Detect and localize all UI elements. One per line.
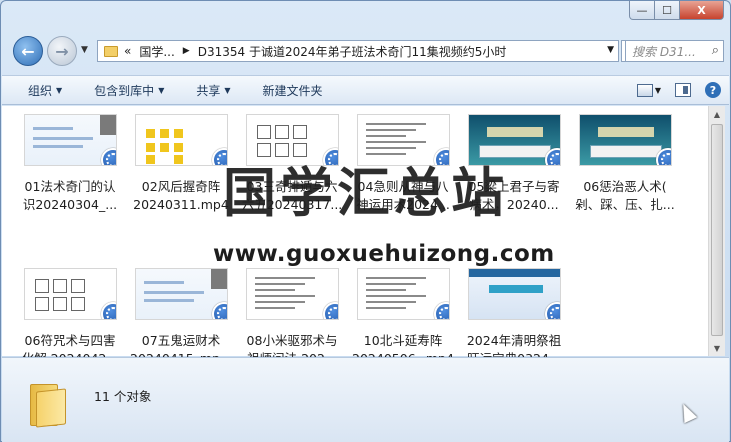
recent-pages-dropdown[interactable]: ▼ (81, 45, 88, 55)
breadcrumb-parent[interactable]: 国学... (139, 43, 174, 60)
file-item[interactable]: 02风后握奇阵 20240311.mp4 (127, 114, 235, 214)
view-dropdown-icon[interactable]: ▼ (655, 86, 661, 95)
new-folder-label: 新建文件夹 (262, 83, 323, 98)
forward-arrow-icon: → (55, 41, 69, 61)
new-folder-button[interactable]: 新建文件夹 (263, 82, 323, 99)
video-thumbnail[interactable] (134, 268, 228, 320)
file-item[interactable]: 10北斗延寿阵 20240506_.mp4 (349, 268, 457, 368)
search-input[interactable]: 搜索 D31... ⌕ (625, 40, 724, 62)
media-player-icon (322, 302, 338, 319)
object-count: 11 个对象 (94, 389, 152, 404)
scrollbar-thumb[interactable] (711, 124, 723, 336)
file-name[interactable]: 02风后握奇阵 20240311.mp4 (127, 178, 235, 214)
media-player-icon (211, 302, 227, 319)
close-button[interactable]: X (680, 1, 724, 20)
chevron-down-icon: ▼ (56, 85, 63, 95)
video-thumbnail[interactable] (134, 114, 228, 166)
media-player-icon (100, 302, 116, 319)
video-thumbnail[interactable] (23, 268, 117, 320)
address-dropdown-icon[interactable]: ▼ (607, 45, 614, 55)
watermark-title: 国学汇总站 (223, 163, 508, 224)
command-bar: 组织 ▼ 包含到库中 ▼ 共享 ▼ 新建文件夹 ▼ ? (2, 75, 729, 105)
back-button[interactable]: ← (13, 36, 43, 66)
chevron-down-icon: ▼ (158, 85, 165, 95)
media-player-icon (100, 148, 116, 165)
video-thumbnail[interactable] (245, 268, 339, 320)
media-player-icon (433, 302, 449, 319)
scroll-down-icon[interactable]: ▼ (709, 340, 725, 356)
caption-buttons: — ☐ X (629, 1, 724, 20)
video-thumbnail[interactable] (467, 268, 561, 320)
file-item[interactable]: 06惩治恶人术( 剁、踩、压、扎... (571, 114, 679, 214)
include-library-menu[interactable]: 包含到库中 ▼ (94, 82, 164, 99)
file-item[interactable]: 08小米驱邪术与 祖师问法 202... (238, 268, 346, 368)
toolbar-right: ▼ ? (636, 82, 721, 98)
preview-pane-icon[interactable] (675, 83, 691, 97)
file-item[interactable]: 01法术奇门的认 识20240304_... (16, 114, 124, 214)
watermark-url: www.guoxuehuizong.com (213, 241, 555, 267)
video-thumbnail[interactable] (578, 114, 672, 166)
address-bar[interactable]: « 国学... ▶ D31354 于诚道2024年弟子班法术奇门11集视频约5小… (97, 40, 619, 62)
details-pane: 11 个对象 (2, 357, 729, 442)
file-item[interactable]: 06符咒术与四害 化解 2024042... (16, 268, 124, 368)
file-name[interactable]: 06惩治恶人术( 剁、踩、压、扎... (571, 178, 679, 214)
organize-label: 组织 (28, 83, 53, 98)
video-thumbnail[interactable] (23, 114, 117, 166)
scroll-up-icon[interactable]: ▲ (709, 106, 725, 122)
help-icon[interactable]: ? (705, 82, 721, 98)
back-arrow-icon: ← (21, 41, 35, 61)
file-item[interactable]: 07五鬼运财术 20240415_mp... (127, 268, 235, 368)
file-list: 01法术奇门的认 识20240304_... 02风后握奇阵 20240311.m… (2, 106, 708, 366)
change-view-icon[interactable] (636, 83, 653, 97)
video-thumbnail[interactable] (356, 268, 450, 320)
media-player-icon (544, 302, 560, 319)
file-item[interactable]: 2024年清明祭祖 旺运宝典0324... (460, 268, 568, 368)
include-library-label: 包含到库中 (94, 83, 155, 98)
share-menu[interactable]: 共享 ▼ (196, 82, 230, 99)
chevron-down-icon: ▼ (224, 85, 231, 95)
search-icon[interactable]: ⌕ (712, 43, 719, 58)
breadcrumb-chevron-icon[interactable]: ▶ (183, 46, 190, 56)
file-name[interactable]: 01法术奇门的认 识20240304_... (16, 178, 124, 214)
vertical-scrollbar[interactable]: ▲ ▼ (708, 106, 725, 356)
address-overflow[interactable]: « (124, 44, 131, 58)
minimize-button[interactable]: — (629, 1, 655, 20)
navigation-bar: ← → ▼ « 国学... ▶ D31354 于诚道2024年弟子班法术奇门11… (9, 35, 724, 67)
maximize-button[interactable]: ☐ (655, 1, 680, 20)
organize-menu[interactable]: 组织 ▼ (28, 82, 62, 99)
forward-button[interactable]: → (47, 36, 77, 66)
folder-icon (104, 45, 118, 57)
explorer-window: — ☐ X ← → ▼ « 国学... ▶ D31354 于诚道2024年弟子班… (0, 0, 731, 442)
breadcrumb-current[interactable]: D31354 于诚道2024年弟子班法术奇门11集视频约5小时 (198, 43, 507, 60)
search-placeholder: 搜索 D31... (632, 44, 696, 59)
share-label: 共享 (196, 83, 221, 98)
large-folder-icon (30, 380, 70, 428)
